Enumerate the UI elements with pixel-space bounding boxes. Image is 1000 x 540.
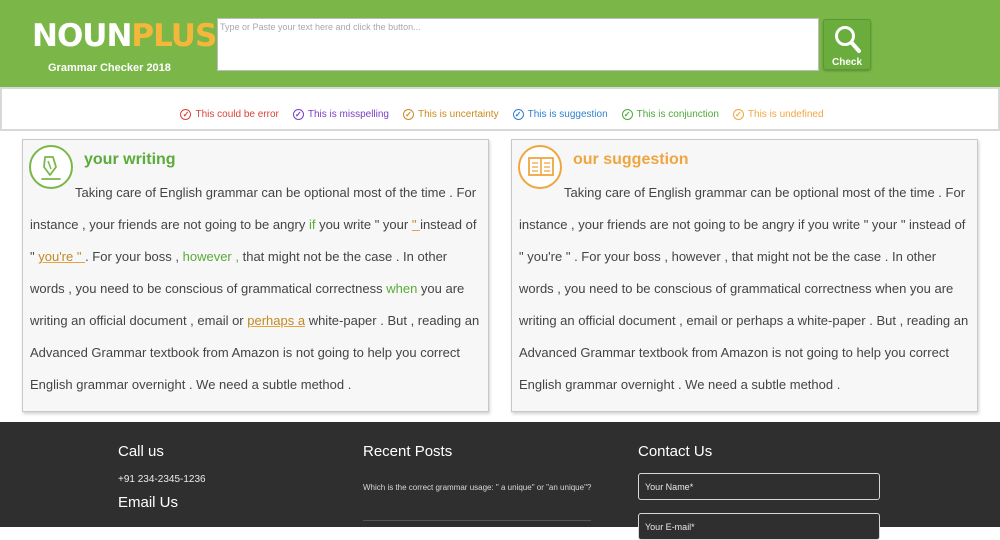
text-segment: . For your boss , (85, 249, 183, 264)
check-icon: ✓ (292, 109, 304, 120)
uncertainty-highlight[interactable]: you're " (38, 249, 85, 264)
check-icon: ✓ (180, 109, 192, 120)
uncertainty-highlight[interactable]: " (412, 217, 420, 232)
legend-label: This is undefined (747, 109, 824, 120)
name-field[interactable] (638, 473, 880, 500)
divider (363, 520, 591, 521)
contact-heading: Contact Us (638, 443, 713, 460)
check-label: Check (831, 57, 862, 68)
recent-posts-heading: Recent Posts (363, 443, 453, 460)
text-input[interactable] (217, 18, 819, 71)
legend-bar: ✓ This could be error ✓ This is misspell… (0, 87, 1000, 131)
legend-item-undefined: ✓ This is undefined (732, 108, 824, 121)
logo[interactable]: NOUNPLUS (32, 18, 217, 54)
legend-label: This is conjunction (636, 109, 719, 120)
legend-item-conjunction: ✓ This is conjunction (621, 108, 719, 121)
logo-subtitle: Grammar Checker 2018 (48, 62, 171, 74)
writing-panel: your writing Taking care of English gram… (22, 139, 489, 412)
check-icon: ✓ (732, 109, 744, 120)
phone-number: +91 234-2345-1236 (118, 474, 206, 485)
footer: Call us +91 234-2345-1236 Email Us Recen… (0, 422, 1000, 540)
legend-item-misspelling: ✓ This is misspelling (292, 108, 389, 121)
conjunction-highlight[interactable]: however , (183, 249, 239, 264)
check-icon: ✓ (621, 109, 633, 120)
legend-label: This is suggestion (527, 109, 608, 120)
legend-item-uncertainty: ✓ This is uncertainty (403, 108, 499, 121)
legend-item-error: ✓ This could be error (180, 108, 279, 121)
legend-item-suggestion: ✓ This is suggestion (512, 108, 608, 121)
check-icon: ✓ (512, 109, 524, 120)
search-icon (835, 26, 861, 53)
suggestion-text: Taking care of English grammar can be op… (519, 185, 969, 392)
legend: ✓ This could be error ✓ This is misspell… (2, 108, 1000, 121)
check-button[interactable]: Check (823, 19, 871, 70)
header: NOUNPLUS Grammar Checker 2018 Check (0, 0, 1000, 87)
suggestion-title: our suggestion (573, 151, 689, 168)
email-heading: Email Us (118, 494, 179, 511)
suggestion-panel: our suggestion Taking care of English gr… (511, 139, 978, 412)
legend-label: This is misspelling (307, 109, 389, 120)
uncertainty-highlight[interactable]: perhaps a (247, 313, 305, 328)
text-segment: you write " your (315, 217, 412, 232)
call-heading: Call us (118, 443, 164, 460)
writing-text: Taking care of English grammar can be op… (30, 177, 484, 401)
legend-label: This is uncertainty (418, 109, 499, 120)
legend-label: This could be error (195, 109, 279, 120)
conjunction-highlight[interactable]: when (386, 281, 417, 296)
logo-plus: PLUS (131, 18, 217, 54)
logo-noun: NOUN (32, 18, 132, 54)
check-icon: ✓ (403, 109, 414, 120)
recent-post-link[interactable]: Which is the correct grammar usage: " a … (363, 480, 593, 496)
writing-title: your writing (84, 151, 176, 168)
